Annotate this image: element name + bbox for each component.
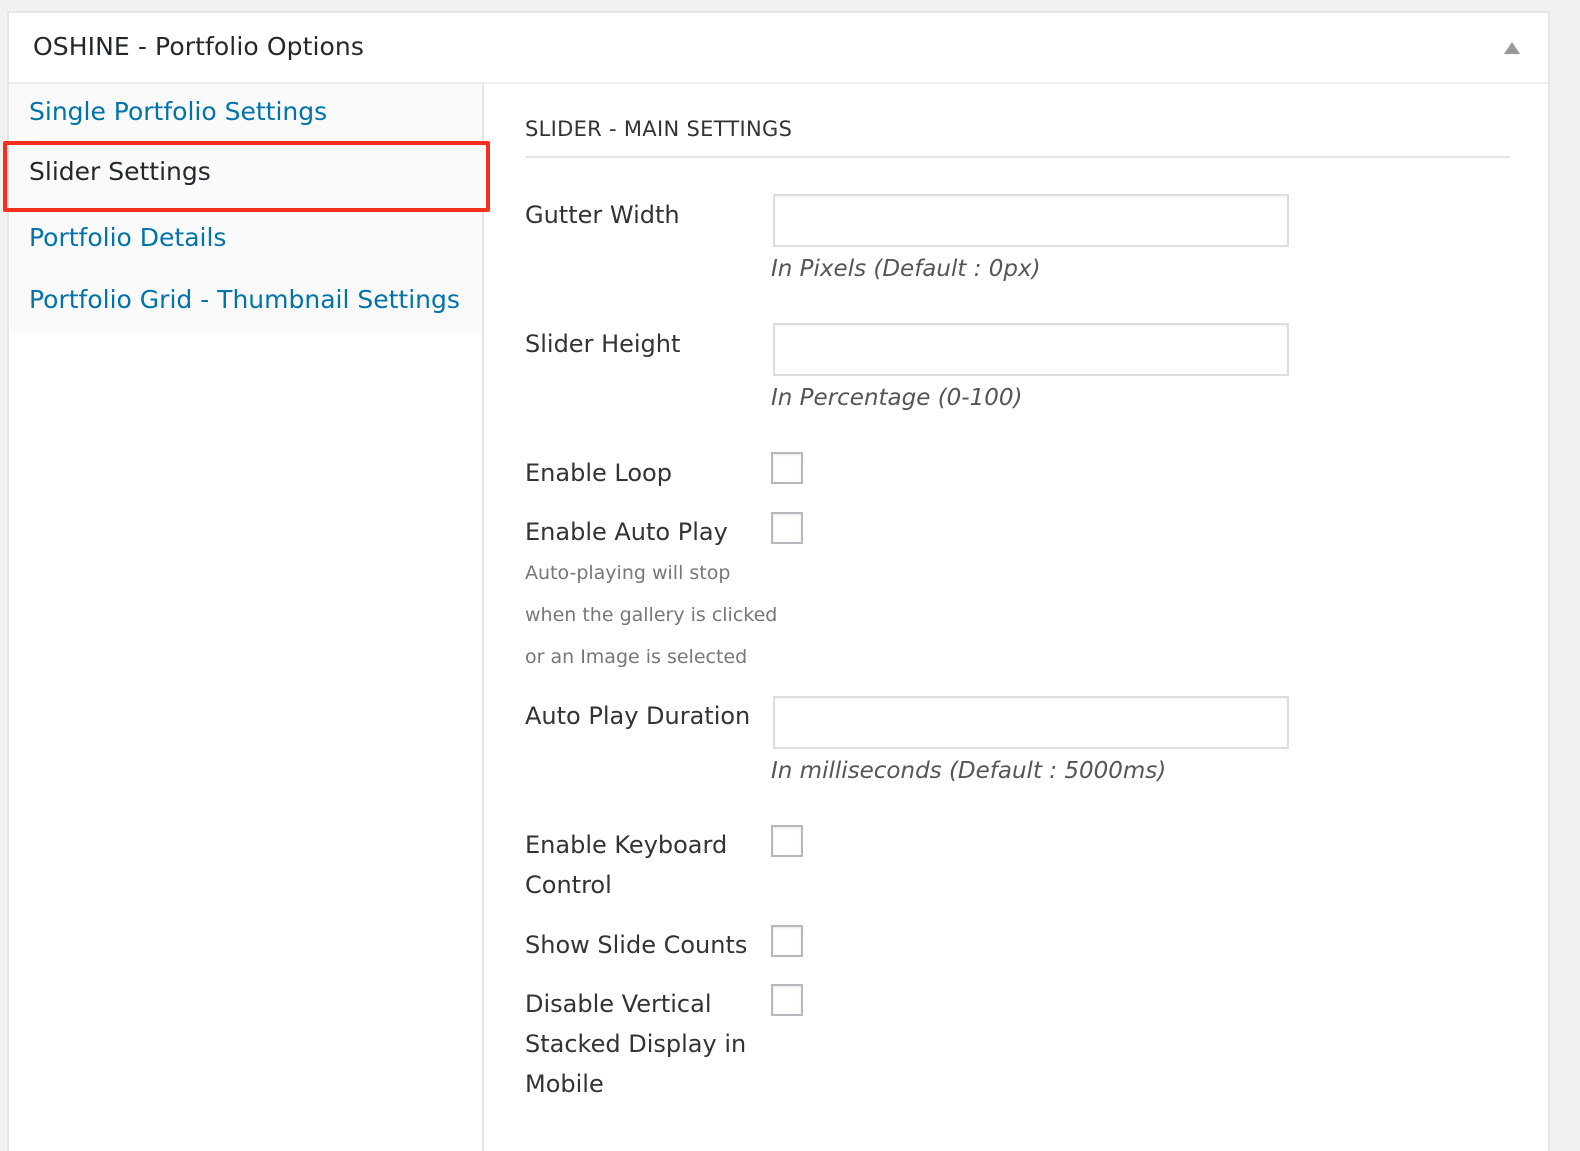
- auto-play-help-line-3: or an Image is selected: [525, 646, 748, 668]
- sidebar-item-single-portfolio-settings[interactable]: Single Portfolio Settings: [9, 84, 484, 148]
- enable-keyboard-control-checkbox[interactable]: [771, 825, 803, 857]
- sidebar-item-portfolio-grid-thumbnail-settings[interactable]: Portfolio Grid - Thumbnail Settings: [9, 272, 484, 336]
- metabox-header: OSHINE - Portfolio Options: [9, 13, 1548, 84]
- slider-height-description: In Percentage (0-100): [771, 385, 1023, 411]
- disable-vertical-stacked-label-line-3: Mobile: [525, 1070, 604, 1098]
- enable-keyboard-control-label-line-2: Control: [525, 871, 612, 899]
- disable-vertical-stacked-label-line-2: Stacked Display in: [525, 1030, 747, 1058]
- slider-height-label: Slider Height: [525, 330, 681, 358]
- gutter-width-input[interactable]: [773, 194, 1289, 247]
- auto-play-help-line-2: when the gallery is clicked: [525, 604, 778, 626]
- gutter-width-description: In Pixels (Default : 0px): [771, 256, 1041, 282]
- gutter-width-label: Gutter Width: [525, 201, 680, 229]
- enable-auto-play-label: Enable Auto Play: [525, 518, 728, 546]
- enable-keyboard-control-label-line-1: Enable Keyboard: [525, 831, 728, 859]
- options-sidebar: Single Portfolio Settings Slider Setting…: [3, 84, 490, 1151]
- metabox-title: OSHINE - Portfolio Options: [33, 32, 364, 61]
- disable-vertical-stacked-label-line-1: Disable Vertical: [525, 990, 712, 1018]
- metabox-body: Single Portfolio Settings Slider Setting…: [3, 84, 1548, 1151]
- auto-play-duration-input[interactable]: [773, 696, 1289, 749]
- sidebar-item-slider-settings[interactable]: Slider Settings: [9, 144, 484, 208]
- disable-vertical-stacked-checkbox[interactable]: [771, 984, 803, 1016]
- sidebar-item-portfolio-details[interactable]: Portfolio Details: [9, 210, 484, 274]
- auto-play-duration-description: In milliseconds (Default : 5000ms): [771, 758, 1167, 784]
- slider-height-input[interactable]: [773, 323, 1289, 376]
- enable-loop-checkbox[interactable]: [771, 452, 803, 484]
- options-menu: Single Portfolio Settings Slider Setting…: [9, 84, 484, 336]
- arrow-up-icon[interactable]: [1504, 42, 1520, 54]
- section-divider: [525, 156, 1510, 158]
- section-title: SLIDER - MAIN SETTINGS: [525, 117, 793, 141]
- portfolio-options-metabox: OSHINE - Portfolio Options Single Portfo…: [3, 11, 1550, 1151]
- auto-play-help-line-1: Auto-playing will stop: [525, 562, 731, 584]
- show-slide-counts-label: Show Slide Counts: [525, 931, 748, 959]
- enable-loop-label: Enable Loop: [525, 459, 672, 487]
- slider-settings-panel: SLIDER - MAIN SETTINGS Gutter Width In P…: [486, 84, 1548, 1151]
- enable-auto-play-checkbox[interactable]: [771, 512, 803, 544]
- show-slide-counts-checkbox[interactable]: [771, 925, 803, 957]
- auto-play-duration-label: Auto Play Duration: [525, 702, 751, 730]
